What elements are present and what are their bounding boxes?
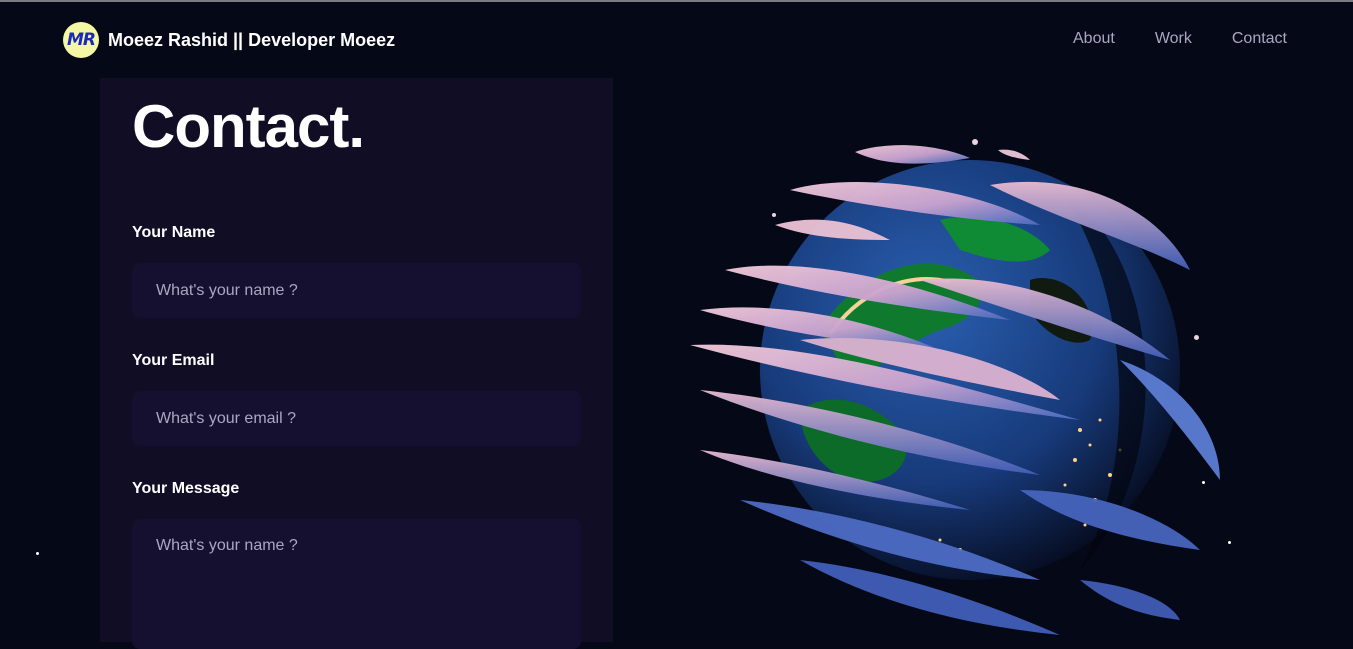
earth-globe-icon <box>690 145 1220 635</box>
nav-links: About Work Contact <box>1073 30 1287 48</box>
email-label: Your Email <box>132 352 215 369</box>
brand-name: Moeez Rashid || Developer Moeez <box>108 29 396 50</box>
contact-form-card: Contact. Your Name Your Email Your Messa… <box>100 78 613 649</box>
email-input[interactable] <box>132 391 581 446</box>
nav-link-contact[interactable]: Contact <box>1232 30 1287 48</box>
nav-link-about[interactable]: About <box>1073 30 1115 48</box>
earth-canvas[interactable] <box>680 130 1240 642</box>
star-dot <box>36 552 39 555</box>
message-label: Your Message <box>132 480 240 497</box>
brand-link[interactable]: MR Moeez Rashid || Developer Moeez <box>63 22 395 58</box>
navbar: MR Moeez Rashid || Developer Moeez About… <box>0 2 1353 78</box>
page-title: Contact. <box>132 93 365 160</box>
message-textarea[interactable] <box>132 519 581 649</box>
name-input[interactable] <box>132 263 581 318</box>
logo-icon: MR <box>63 22 99 58</box>
name-label: Your Name <box>132 224 216 241</box>
nav-link-work[interactable]: Work <box>1155 30 1192 48</box>
